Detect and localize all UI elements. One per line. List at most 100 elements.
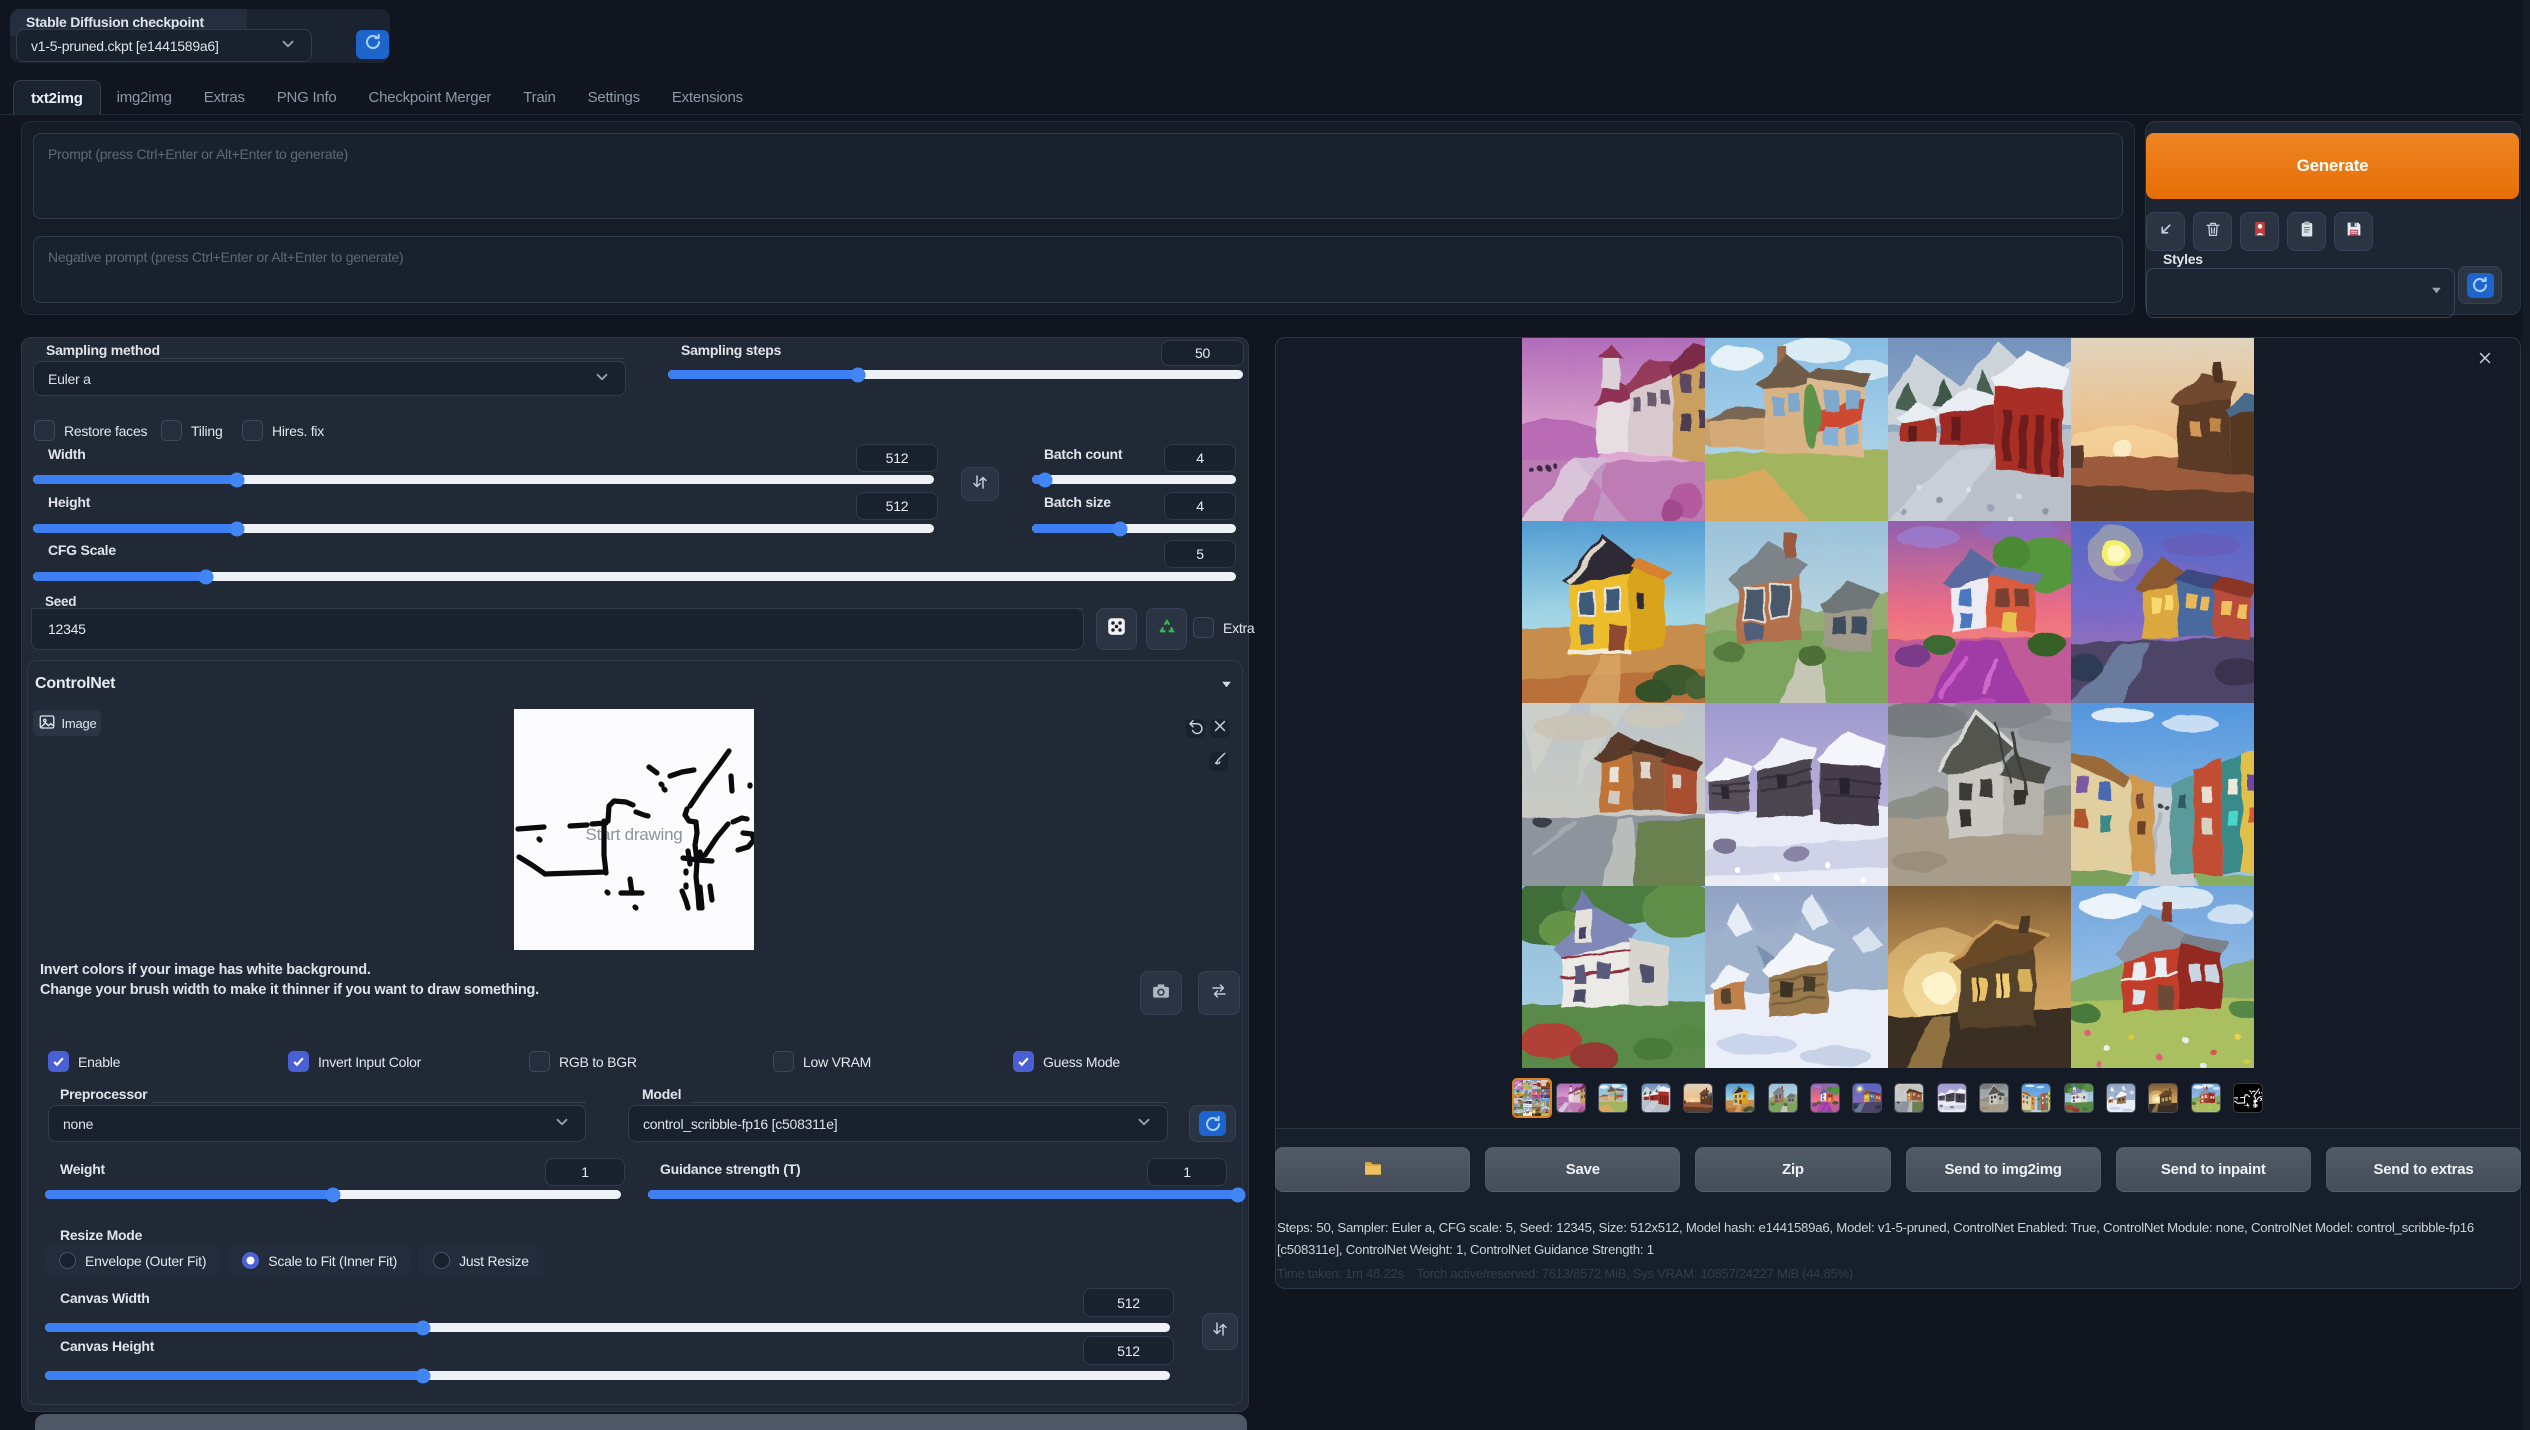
thumbnail-3[interactable] — [1641, 1083, 1671, 1113]
gallery-image-6[interactable] — [1705, 521, 1888, 704]
low-vram-checkbox[interactable]: Low VRAM — [773, 1051, 871, 1072]
restore-faces-checkbox[interactable]: Restore faces — [34, 420, 147, 441]
open-folder-button[interactable] — [1275, 1147, 1470, 1192]
invert-input-color-checkbox[interactable]: Invert Input Color — [288, 1051, 421, 1072]
tiling-checkbox[interactable]: Tiling — [161, 420, 223, 441]
thumbnail-9[interactable] — [1894, 1083, 1924, 1113]
tab-png-info[interactable]: PNG Info — [261, 89, 353, 106]
send-to-img2img-button[interactable]: Send to img2img — [1906, 1147, 2101, 1192]
height-input[interactable]: 512 — [856, 492, 938, 520]
tab-img2img[interactable]: img2img — [101, 89, 188, 106]
thumbnail-1[interactable] — [1556, 1083, 1586, 1113]
guess-mode-checkbox[interactable]: Guess Mode — [1013, 1051, 1120, 1072]
extra-seed-checkbox[interactable]: Extra — [1193, 617, 1254, 638]
model-select[interactable]: control_scribble-fp16 [c508311e] — [628, 1105, 1168, 1142]
thumbnail-selected-collage[interactable] — [1512, 1078, 1552, 1118]
tab-extras[interactable]: Extras — [188, 89, 261, 106]
thumbnail-12[interactable] — [2021, 1083, 2051, 1113]
slider-knob[interactable] — [326, 1187, 341, 1202]
thumbnail-8[interactable] — [1852, 1083, 1882, 1113]
tab-settings[interactable]: Settings — [572, 89, 656, 106]
resize-mode-just-resize[interactable]: Just Resize — [419, 1244, 543, 1277]
canvas-width-slider[interactable] — [45, 1323, 1170, 1332]
checkpoint-refresh-button[interactable] — [356, 30, 389, 59]
brush-button[interactable] — [1209, 752, 1228, 771]
slider-knob[interactable] — [229, 521, 244, 536]
thumbnail-4[interactable] — [1683, 1083, 1713, 1113]
gallery-image-15[interactable] — [1888, 886, 2071, 1069]
gallery-image-16[interactable] — [2071, 886, 2254, 1069]
arrow-down-left-button[interactable] — [2146, 212, 2185, 251]
floppy-button[interactable] — [2334, 212, 2373, 251]
thumbnail-14[interactable] — [2106, 1083, 2136, 1113]
tab-checkpoint-merger[interactable]: Checkpoint Merger — [353, 89, 508, 106]
canvas-width-input[interactable]: 512 — [1083, 1288, 1174, 1317]
tab-txt2img[interactable]: txt2img — [13, 80, 101, 115]
controlnet-canvas[interactable]: Start drawing — [514, 709, 754, 950]
canvas-height-slider[interactable] — [45, 1371, 1170, 1380]
gallery-image-12[interactable] — [2071, 703, 2254, 886]
random-seed-button[interactable] — [1096, 608, 1137, 650]
gallery-image-9[interactable] — [1522, 703, 1705, 886]
seed-input[interactable]: 12345 — [31, 608, 1084, 650]
styles-refresh-button[interactable] — [2458, 266, 2502, 304]
gallery-image-10[interactable] — [1705, 703, 1888, 886]
gallery-image-14[interactable] — [1705, 886, 1888, 1069]
gallery-image-11[interactable] — [1888, 703, 2071, 886]
canvas-height-input[interactable]: 512 — [1083, 1336, 1174, 1365]
gallery-image-2[interactable] — [1705, 338, 1888, 521]
thumbnail-5[interactable] — [1725, 1083, 1755, 1113]
generate-button[interactable]: Generate — [2146, 133, 2519, 199]
weight-slider[interactable] — [45, 1190, 621, 1199]
model-refresh-button[interactable] — [1189, 1105, 1236, 1142]
clipboard-button[interactable] — [2287, 212, 2326, 251]
batch-size-slider[interactable] — [1032, 524, 1236, 533]
enable-checkbox[interactable]: Enable — [48, 1051, 120, 1072]
thumbnail-15[interactable] — [2148, 1083, 2178, 1113]
batch-count-slider[interactable] — [1032, 475, 1236, 484]
guidance-strength-slider[interactable] — [648, 1190, 1238, 1199]
sampling-steps-input[interactable]: 50 — [1161, 340, 1244, 366]
gallery-image-7[interactable] — [1888, 521, 2071, 704]
controlnet-image-tab[interactable]: Image — [33, 710, 101, 736]
thumbnail-16[interactable] — [2191, 1083, 2221, 1113]
sampling-method-select[interactable]: Euler a — [33, 361, 626, 396]
styles-select[interactable] — [2146, 268, 2455, 318]
thumbnail-2[interactable] — [1598, 1083, 1628, 1113]
reuse-seed-button[interactable] — [1146, 608, 1187, 650]
width-slider[interactable] — [33, 475, 934, 484]
batch-size-input[interactable]: 4 — [1164, 492, 1236, 520]
thumbnail-7[interactable] — [1810, 1083, 1840, 1113]
webcam-button[interactable] — [1140, 971, 1182, 1015]
swap-dimensions-button[interactable] — [961, 467, 999, 501]
negative-prompt-input[interactable]: Negative prompt (press Ctrl+Enter or Alt… — [33, 236, 2123, 303]
rgb-to-bgr-checkbox[interactable]: RGB to BGR — [529, 1051, 637, 1072]
weight-input[interactable]: 1 — [545, 1158, 625, 1186]
gallery-close-button[interactable] — [2473, 348, 2497, 372]
tab-train[interactable]: Train — [507, 89, 571, 106]
slider-knob[interactable] — [416, 1320, 431, 1335]
checkpoint-select[interactable]: v1-5-pruned.ckpt [e1441589a6] — [16, 29, 312, 62]
thumbnail-11[interactable] — [1979, 1083, 2009, 1113]
undo-button[interactable] — [1186, 719, 1205, 738]
send-to-inpaint-button[interactable]: Send to inpaint — [2116, 1147, 2311, 1192]
gallery-image-13[interactable] — [1522, 886, 1705, 1069]
zip-button[interactable]: Zip — [1695, 1147, 1890, 1192]
gallery-image-5[interactable] — [1522, 521, 1705, 704]
resize-mode-scale-to-fit-inner-fit-[interactable]: Scale to Fit (Inner Fit) — [228, 1244, 411, 1277]
thumbnail-13[interactable] — [2064, 1083, 2094, 1113]
slider-knob[interactable] — [1231, 1187, 1246, 1202]
gallery-image-1[interactable] — [1522, 338, 1705, 521]
card-button[interactable] — [2240, 212, 2279, 251]
prompt-input[interactable]: Prompt (press Ctrl+Enter or Alt+Enter to… — [33, 133, 2123, 219]
resize-mode-envelope-outer-fit-[interactable]: Envelope (Outer Fit) — [45, 1244, 220, 1277]
slider-knob[interactable] — [1112, 521, 1127, 536]
gallery-image-3[interactable] — [1888, 338, 2071, 521]
hires-fix-checkbox[interactable]: Hires. fix — [242, 420, 324, 441]
clear-image-button[interactable] — [1210, 719, 1229, 738]
sampling-steps-slider[interactable] — [668, 370, 1243, 379]
cfg-scale-slider[interactable] — [33, 572, 1236, 581]
thumbnail-scribble[interactable] — [2233, 1083, 2263, 1113]
slider-knob[interactable] — [416, 1368, 431, 1383]
scrollbar-track[interactable] — [2522, 0, 2530, 1430]
